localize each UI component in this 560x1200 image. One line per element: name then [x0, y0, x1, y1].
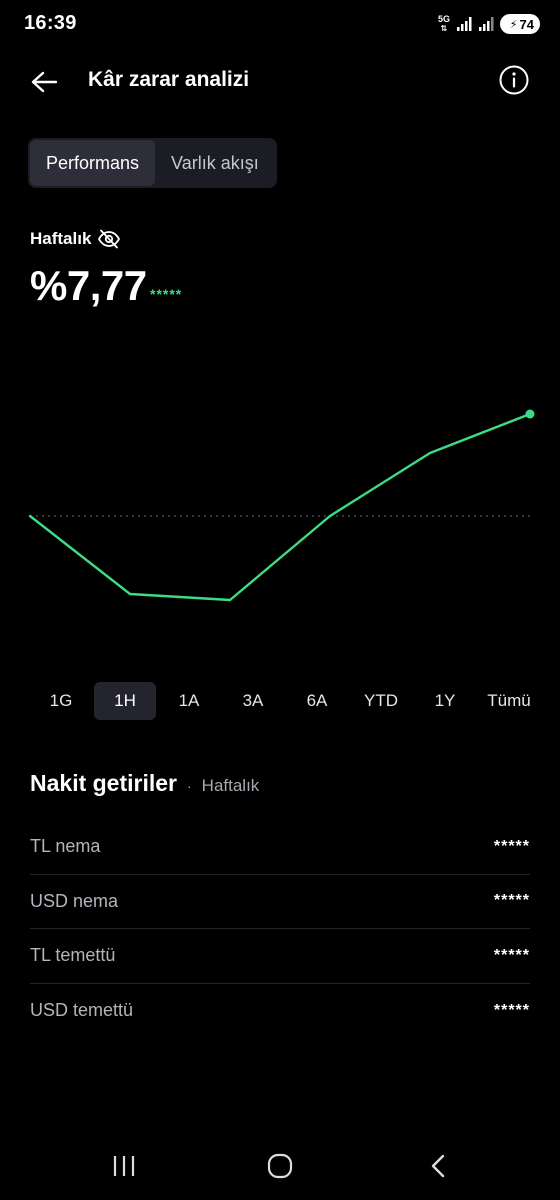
charging-icon: ⚡ [509, 18, 518, 31]
cash-section-header: Nakit getiriler · Haftalık [30, 770, 259, 797]
range-ytd[interactable]: YTD [350, 682, 412, 720]
row-label: TL nema [30, 836, 101, 857]
recents-icon [113, 1156, 135, 1176]
section-title: Nakit getiriler [30, 770, 177, 796]
status-icons: 5G ⇅ ⚡ 74 [436, 14, 540, 34]
range-1g[interactable]: 1G [30, 682, 92, 720]
row-label: USD nema [30, 890, 119, 911]
row-value: ***** [493, 892, 530, 910]
separator-dot: · [187, 778, 192, 794]
info-button[interactable] [498, 64, 530, 96]
range-tumu[interactable]: Tümü [478, 682, 540, 720]
period-text: Haftalık [30, 229, 92, 248]
view-tabs: Performans Varlık akışı [28, 138, 277, 188]
arrow-left-icon [31, 71, 57, 93]
battery-level: 74 [519, 16, 534, 32]
network-label: 5G [437, 14, 450, 24]
home-icon [267, 1153, 293, 1179]
list-item: TL temettü ***** [30, 929, 530, 984]
range-6a[interactable]: 6A [286, 682, 348, 720]
data-arrows-icon: ⇅ [440, 24, 448, 33]
status-bar: 16:39 5G ⇅ ⚡ 74 [0, 0, 560, 48]
row-value: ***** [493, 1001, 530, 1019]
range-3a[interactable]: 3A [222, 682, 284, 720]
recents-button[interactable] [104, 1148, 144, 1184]
info-icon [499, 65, 529, 95]
chart-points [525, 409, 535, 419]
status-time: 16:39 [24, 12, 77, 34]
performance-chart[interactable] [0, 330, 560, 660]
range-selector: 1G 1H 1A 3A 6A YTD 1Y Tümü [30, 682, 540, 722]
chevron-left-icon [431, 1154, 445, 1178]
home-button[interactable] [260, 1148, 300, 1184]
page-title: Kâr zarar analizi [88, 68, 250, 91]
system-nav-bar [0, 1140, 560, 1192]
back-button[interactable] [26, 64, 62, 100]
list-item: TL nema ***** [30, 820, 530, 875]
app-header: Kâr zarar analizi [0, 56, 560, 104]
period-label: Haftalık [30, 229, 121, 249]
range-1y[interactable]: 1Y [414, 682, 476, 720]
row-value: ***** [493, 837, 530, 855]
chart-series-line [28, 412, 532, 602]
battery-indicator: ⚡ 74 [500, 14, 540, 34]
signal-roaming-icon [479, 17, 494, 31]
row-label: TL temettü [30, 945, 116, 966]
range-1h[interactable]: 1H [94, 682, 156, 720]
row-value: ***** [493, 946, 530, 964]
cash-returns-list: TL nema ***** USD nema ***** TL temettü … [30, 820, 530, 1038]
list-item: USD nema ***** [30, 875, 530, 929]
masked-amount: ***** [150, 286, 183, 302]
signal-icon [457, 17, 472, 31]
performance-value: %7,77 [30, 262, 147, 309]
chart-endpoint [525, 409, 535, 419]
range-1a[interactable]: 1A [158, 682, 220, 720]
eye-off-icon[interactable] [97, 229, 121, 249]
tab-performans[interactable]: Performans [30, 140, 156, 186]
network-type: 5G ⇅ [436, 14, 452, 34]
row-label: USD temettü [30, 1000, 134, 1021]
section-period: Haftalık [201, 776, 260, 795]
list-item: USD temettü ***** [30, 984, 530, 1039]
system-back-button[interactable] [418, 1148, 458, 1184]
tab-varlik-akisi[interactable]: Varlık akışı [155, 140, 275, 186]
